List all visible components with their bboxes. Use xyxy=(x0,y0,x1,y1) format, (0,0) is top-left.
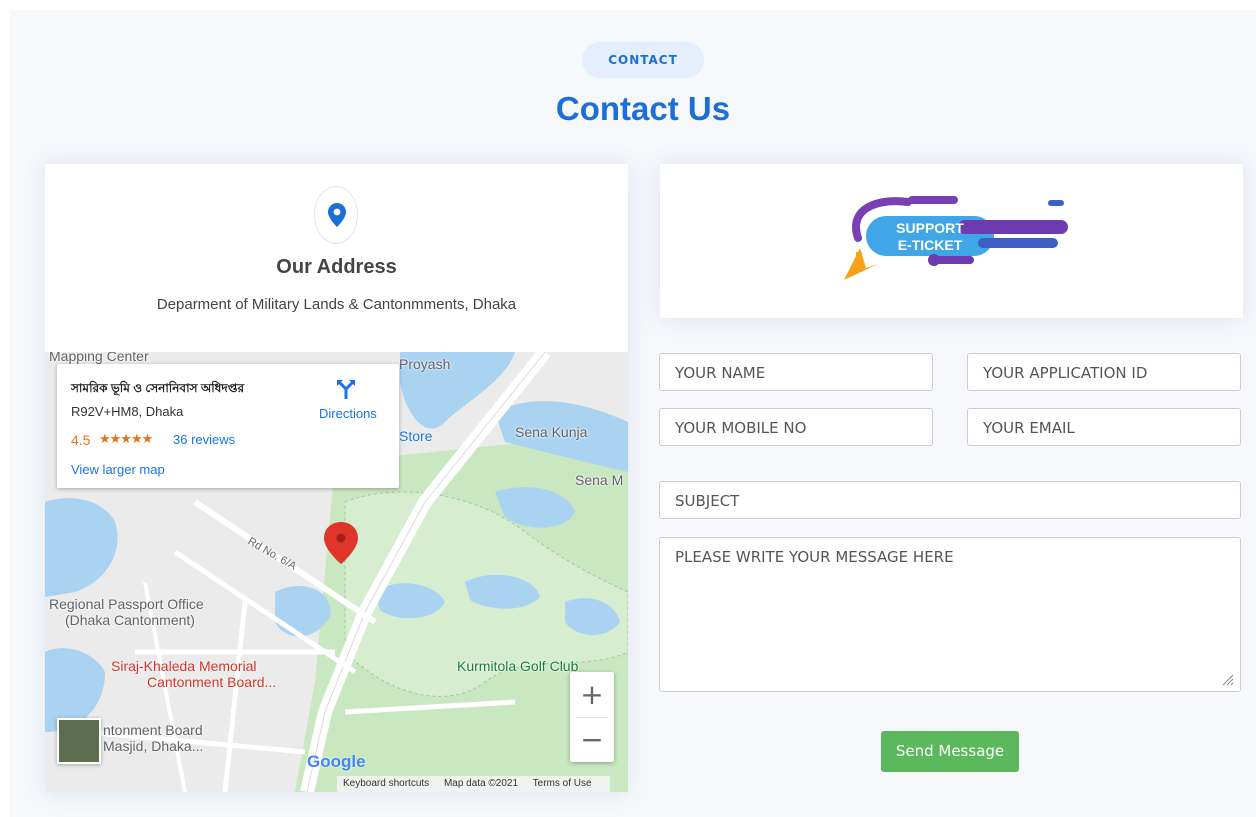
map-label: Regional Passport Office xyxy=(49,596,204,612)
address-text: Deparment of Military Lands & Cantonmmen… xyxy=(156,296,517,313)
directions-link[interactable]: Directions xyxy=(319,406,377,421)
email-input[interactable]: YOUR EMAIL xyxy=(967,408,1241,446)
view-larger-map-link[interactable]: View larger map xyxy=(71,462,165,477)
terms-of-use-link[interactable]: Terms of Use xyxy=(533,778,592,789)
map-label: Sena M xyxy=(575,472,624,488)
map-data-text: Map data ©2021 xyxy=(443,778,519,789)
embedded-map[interactable]: Mapping Center Proyash Store Sena Kunja … xyxy=(45,352,628,792)
map-zoom-control: + − xyxy=(570,672,614,762)
address-title: Our Address xyxy=(276,256,397,278)
section-tag: CONTACT xyxy=(582,42,704,78)
place-rating: 4.5 xyxy=(71,432,91,448)
message-textarea[interactable]: PLEASE WRITE YOUR MESSAGE HERE xyxy=(659,537,1241,692)
banner-line1: SUPPORT xyxy=(896,220,964,236)
reviews-link[interactable]: 36 reviews xyxy=(173,432,235,447)
map-label: Kurmitola Golf Club xyxy=(457,658,579,674)
banner-line2: E-TICKET xyxy=(898,237,963,253)
mobile-input[interactable]: YOUR MOBILE NO xyxy=(659,408,933,446)
place-plus-code: R92V+HM8, Dhaka xyxy=(71,404,184,419)
map-label: Mapping Center xyxy=(49,352,149,364)
place-name: সামরিক ভূমি ও সেনানিবাস অধিদপ্তর xyxy=(71,381,245,395)
support-ticket-banner: SUPPORT E-TICKET xyxy=(844,196,1068,280)
rating-stars-icon: ★★★★★ xyxy=(99,431,153,446)
directions-icon[interactable] xyxy=(335,378,357,400)
send-message-button[interactable]: Send Message xyxy=(881,731,1019,772)
zoom-out-button[interactable]: − xyxy=(570,717,614,762)
section-title: Contact Us xyxy=(555,90,731,127)
location-pin-circle xyxy=(314,186,358,244)
zoom-divider xyxy=(576,717,608,718)
map-label: Sena Kunja xyxy=(515,424,588,440)
location-pin-icon xyxy=(328,203,346,227)
support-card: SUPPORT E-TICKET xyxy=(660,164,1243,318)
map-label: Store xyxy=(399,428,433,444)
name-input[interactable]: YOUR NAME xyxy=(659,353,933,391)
map-label: (Dhaka Cantonment) xyxy=(65,612,195,628)
subject-input[interactable]: SUBJECT xyxy=(659,481,1241,519)
address-card: Our Address Deparment of Military Lands … xyxy=(45,164,628,792)
map-label: Cantonment Board... xyxy=(147,674,277,690)
map-info-card: সামরিক ভূমি ও সেনানিবাস অধিদপ্তর R92V+HM… xyxy=(57,364,399,488)
google-logo: Google xyxy=(307,752,366,771)
zoom-in-button[interactable]: + xyxy=(570,672,614,717)
map-label: Masjid, Dhaka... xyxy=(103,738,204,754)
application-id-input[interactable]: YOUR APPLICATION ID xyxy=(967,353,1241,391)
satellite-toggle[interactable] xyxy=(57,718,101,764)
map-label: ntonment Board xyxy=(103,722,203,738)
keyboard-shortcuts-link[interactable]: Keyboard shortcuts xyxy=(343,778,429,789)
map-label: Siraj-Khaleda Memorial xyxy=(111,658,257,674)
textarea-resize-handle-icon[interactable] xyxy=(1220,672,1234,686)
map-attribution: Keyboard shortcuts Map data ©2021 Terms … xyxy=(337,776,610,792)
map-label: Proyash xyxy=(399,356,451,372)
